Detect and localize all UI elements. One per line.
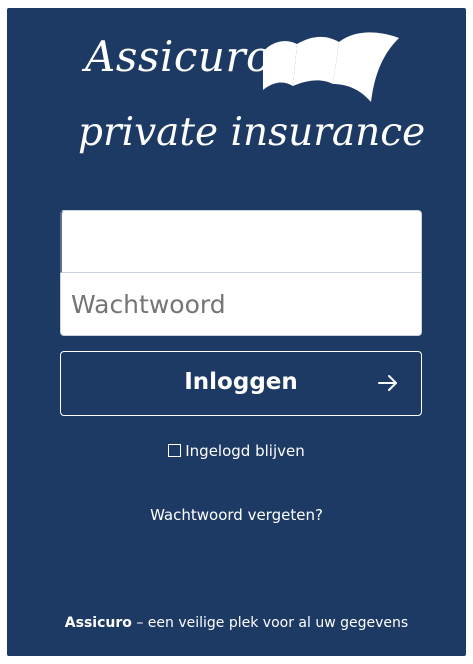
footer-text: – een veilige plek voor al uw gegevens xyxy=(136,615,409,631)
forgot-password-link[interactable]: Wachtwoord vergeten? xyxy=(7,506,466,524)
login-button[interactable]: Inloggen xyxy=(60,351,422,416)
footer-brand: Assicuro xyxy=(64,615,132,631)
password-field[interactable] xyxy=(60,273,422,336)
logo-brand-name: Assicuro xyxy=(85,32,272,81)
logo-tagline: private insurance xyxy=(78,110,426,155)
footer: Assicuro – een veilige plek voor al uw g… xyxy=(7,615,466,631)
remember-me[interactable]: Ingelogd blijven xyxy=(7,442,466,460)
username-field[interactable] xyxy=(60,210,422,273)
remember-checkbox[interactable] xyxy=(168,444,182,457)
login-form xyxy=(60,210,422,336)
login-button-label: Inloggen xyxy=(184,369,298,395)
arrow-right-icon xyxy=(378,375,397,391)
logo-wave-mark-icon xyxy=(263,32,399,102)
remember-label: Ingelogd blijven xyxy=(185,442,305,460)
login-panel: Assicuro private insurance Inloggen Inge… xyxy=(7,8,466,656)
logo: Assicuro private insurance xyxy=(7,8,466,178)
